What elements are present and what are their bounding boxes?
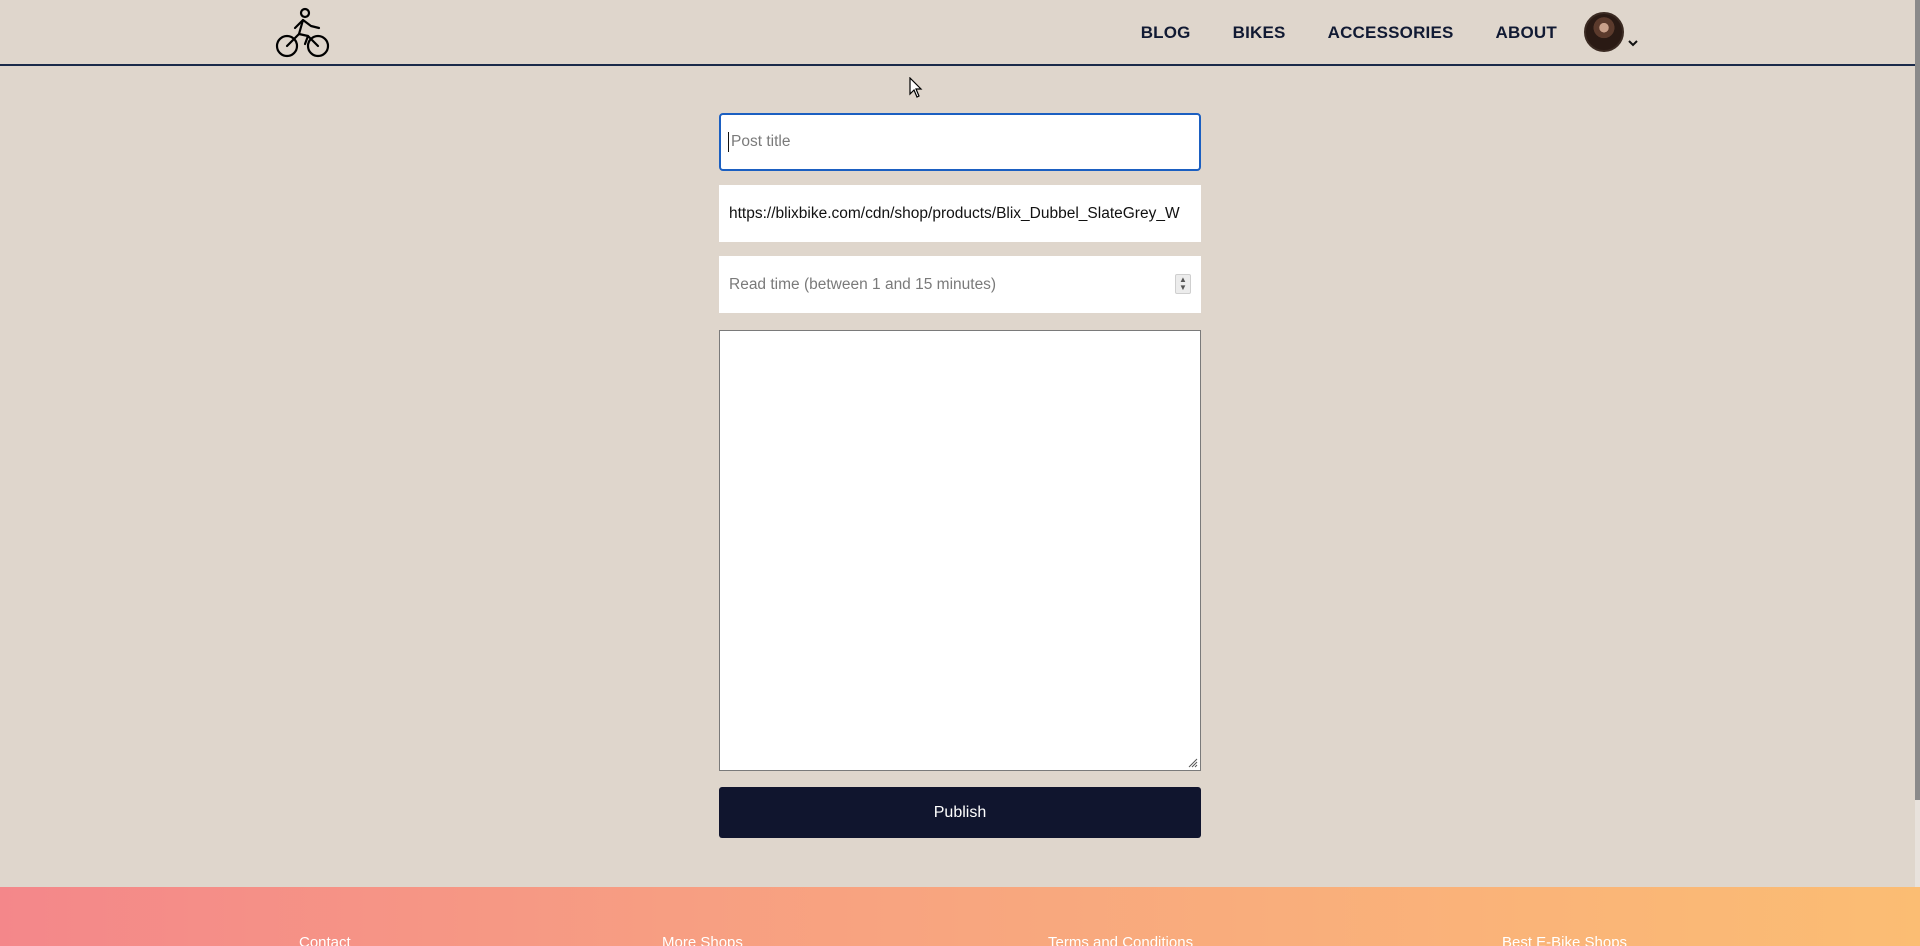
spinner-down-icon[interactable]: ▼ — [1179, 284, 1187, 292]
footer-link-contact[interactable]: Contact — [299, 934, 351, 946]
site-header: BLOG BIKES ACCESSORIES ABOUT — [0, 0, 1915, 66]
site-footer: Contact More Shops Terms and Conditions … — [0, 887, 1920, 946]
image-url-wrap — [719, 185, 1201, 242]
number-spinner[interactable]: ▲ ▼ — [1175, 274, 1191, 294]
page-scrollbar[interactable] — [1915, 0, 1920, 946]
publish-button[interactable]: Publish — [719, 787, 1201, 838]
read-time-input[interactable] — [719, 256, 1201, 313]
mouse-cursor-icon — [909, 77, 923, 98]
chevron-down-icon[interactable] — [1626, 36, 1640, 50]
image-url-input[interactable] — [719, 185, 1201, 242]
main-nav: BLOG BIKES ACCESSORIES ABOUT — [1141, 0, 1557, 66]
footer-link-more-shops[interactable]: More Shops — [662, 934, 743, 946]
user-menu[interactable] — [1584, 12, 1640, 52]
text-caret — [728, 132, 729, 152]
post-title-wrap — [719, 113, 1201, 171]
post-content-textarea[interactable] — [719, 330, 1201, 771]
content-wrap — [719, 330, 1201, 771]
page: BLOG BIKES ACCESSORIES ABOUT ▲ ▼ — [0, 0, 1920, 946]
read-time-wrap: ▲ ▼ — [719, 256, 1201, 313]
resize-grip-icon[interactable] — [1186, 756, 1198, 768]
scrollbar-thumb[interactable] — [1915, 0, 1920, 800]
nav-blog[interactable]: BLOG — [1141, 23, 1191, 43]
post-title-input[interactable] — [719, 113, 1201, 171]
nav-bikes[interactable]: BIKES — [1233, 23, 1286, 43]
footer-link-best-ebike-shops[interactable]: Best E-Bike Shops — [1502, 934, 1627, 946]
cyclist-logo-icon[interactable] — [275, 6, 331, 60]
footer-link-terms[interactable]: Terms and Conditions — [1048, 934, 1193, 946]
nav-about[interactable]: ABOUT — [1496, 23, 1557, 43]
new-post-form: ▲ ▼ Publish — [719, 113, 1201, 838]
nav-accessories[interactable]: ACCESSORIES — [1328, 23, 1454, 43]
user-avatar[interactable] — [1584, 12, 1624, 52]
